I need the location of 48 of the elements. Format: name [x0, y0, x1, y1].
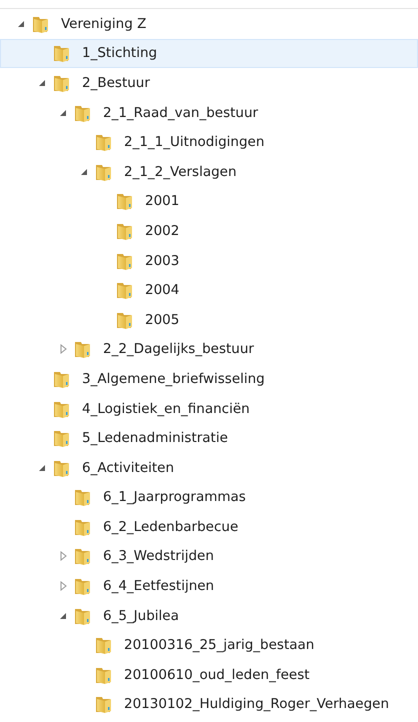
folder-name: 5_Ledenadministratie — [81, 429, 229, 448]
folder-name: 20130102_Huldiging_Roger_Verhaegen — [123, 695, 390, 714]
folder-name: 2_Bestuur — [81, 74, 151, 93]
folder-name: 2005 — [144, 310, 180, 330]
folder-name: 2_1_Raad_van_bestuur — [102, 104, 260, 123]
folder-name: 2003 — [144, 252, 180, 271]
folder-name: 4_Logistiek_en_financiën — [81, 400, 251, 419]
tree-row[interactable]: 20130102_Huldiging_Roger_Verhaegen — [0, 690, 418, 720]
tree-row[interactable]: 3_Algemene_briefwisseling — [0, 364, 418, 394]
tree-row[interactable]: 6_4_Eetfestijnen — [0, 571, 418, 601]
tree-row[interactable]: 2_1_1_Uitnodigingen — [0, 127, 418, 157]
folder-name: 2001 — [144, 192, 180, 212]
tree-row[interactable]: 2005 — [0, 304, 418, 335]
tree-row[interactable]: Vereniging Z — [0, 9, 418, 39]
tree-row[interactable]: 2004 — [0, 275, 418, 305]
folder-name: 2004 — [144, 281, 180, 300]
tree-row[interactable]: 2_1_Raad_van_bestuur — [0, 98, 418, 128]
tree-row[interactable]: 2_2_Dagelijks_bestuur — [0, 334, 418, 364]
folder-name: 2002 — [144, 222, 180, 241]
folder-name: 20100316_25_jarig_bestaan — [123, 636, 316, 656]
tree-row[interactable]: 6_3_Wedstrijden — [0, 542, 418, 572]
tree-row[interactable]: 6_Activiteiten — [0, 452, 418, 482]
tree-row[interactable]: 2003 — [0, 246, 418, 276]
folder-name: 2_2_Dagelijks_bestuur — [102, 340, 255, 360]
folder-name: 3_Algemene_briefwisseling — [81, 370, 266, 389]
tree-row[interactable]: 2002 — [0, 216, 418, 246]
folder-name: 6_2_Ledenbarbecue — [102, 518, 240, 537]
tree-row[interactable]: 6_5_Jubilea — [0, 600, 418, 630]
tree-row[interactable]: 4_Logistiek_en_financiën — [0, 394, 418, 424]
folder-name: 20100610_oud_leden_feest — [123, 666, 311, 685]
tree-row[interactable]: 2001 — [0, 186, 418, 216]
folder-name: Vereniging Z — [60, 14, 148, 34]
folder-name: 1_Stichting — [81, 44, 158, 64]
tree-row[interactable]: 20100610_oud_leden_feest — [0, 660, 418, 690]
folder-name: 6_Activiteiten — [81, 458, 176, 478]
tree-row[interactable]: 6_2_Ledenbarbecue — [0, 512, 418, 542]
tree-row[interactable]: 2_1_2_Verslagen — [0, 156, 418, 187]
folder-name: 2_1_1_Uitnodigingen — [123, 133, 266, 152]
folder-name: 6_1_Jaarprogrammas — [102, 488, 247, 508]
tree-row[interactable]: 6_1_Jaarprogrammas — [0, 482, 418, 512]
tree-row[interactable]: 1_Stichting — [0, 38, 418, 68]
tree-row[interactable]: 5_Ledenadministratie — [0, 423, 418, 453]
folder-name: 6_3_Wedstrijden — [102, 547, 215, 566]
folder-name: 6_5_Jubilea — [102, 606, 180, 626]
tree-row[interactable]: 2_Bestuur — [0, 68, 418, 98]
folder-name: 2_1_2_Verslagen — [123, 162, 238, 182]
tree-row[interactable]: 20100316_25_jarig_bestaan — [0, 630, 418, 660]
folder-name: 6_4_Eetfestijnen — [102, 577, 216, 596]
